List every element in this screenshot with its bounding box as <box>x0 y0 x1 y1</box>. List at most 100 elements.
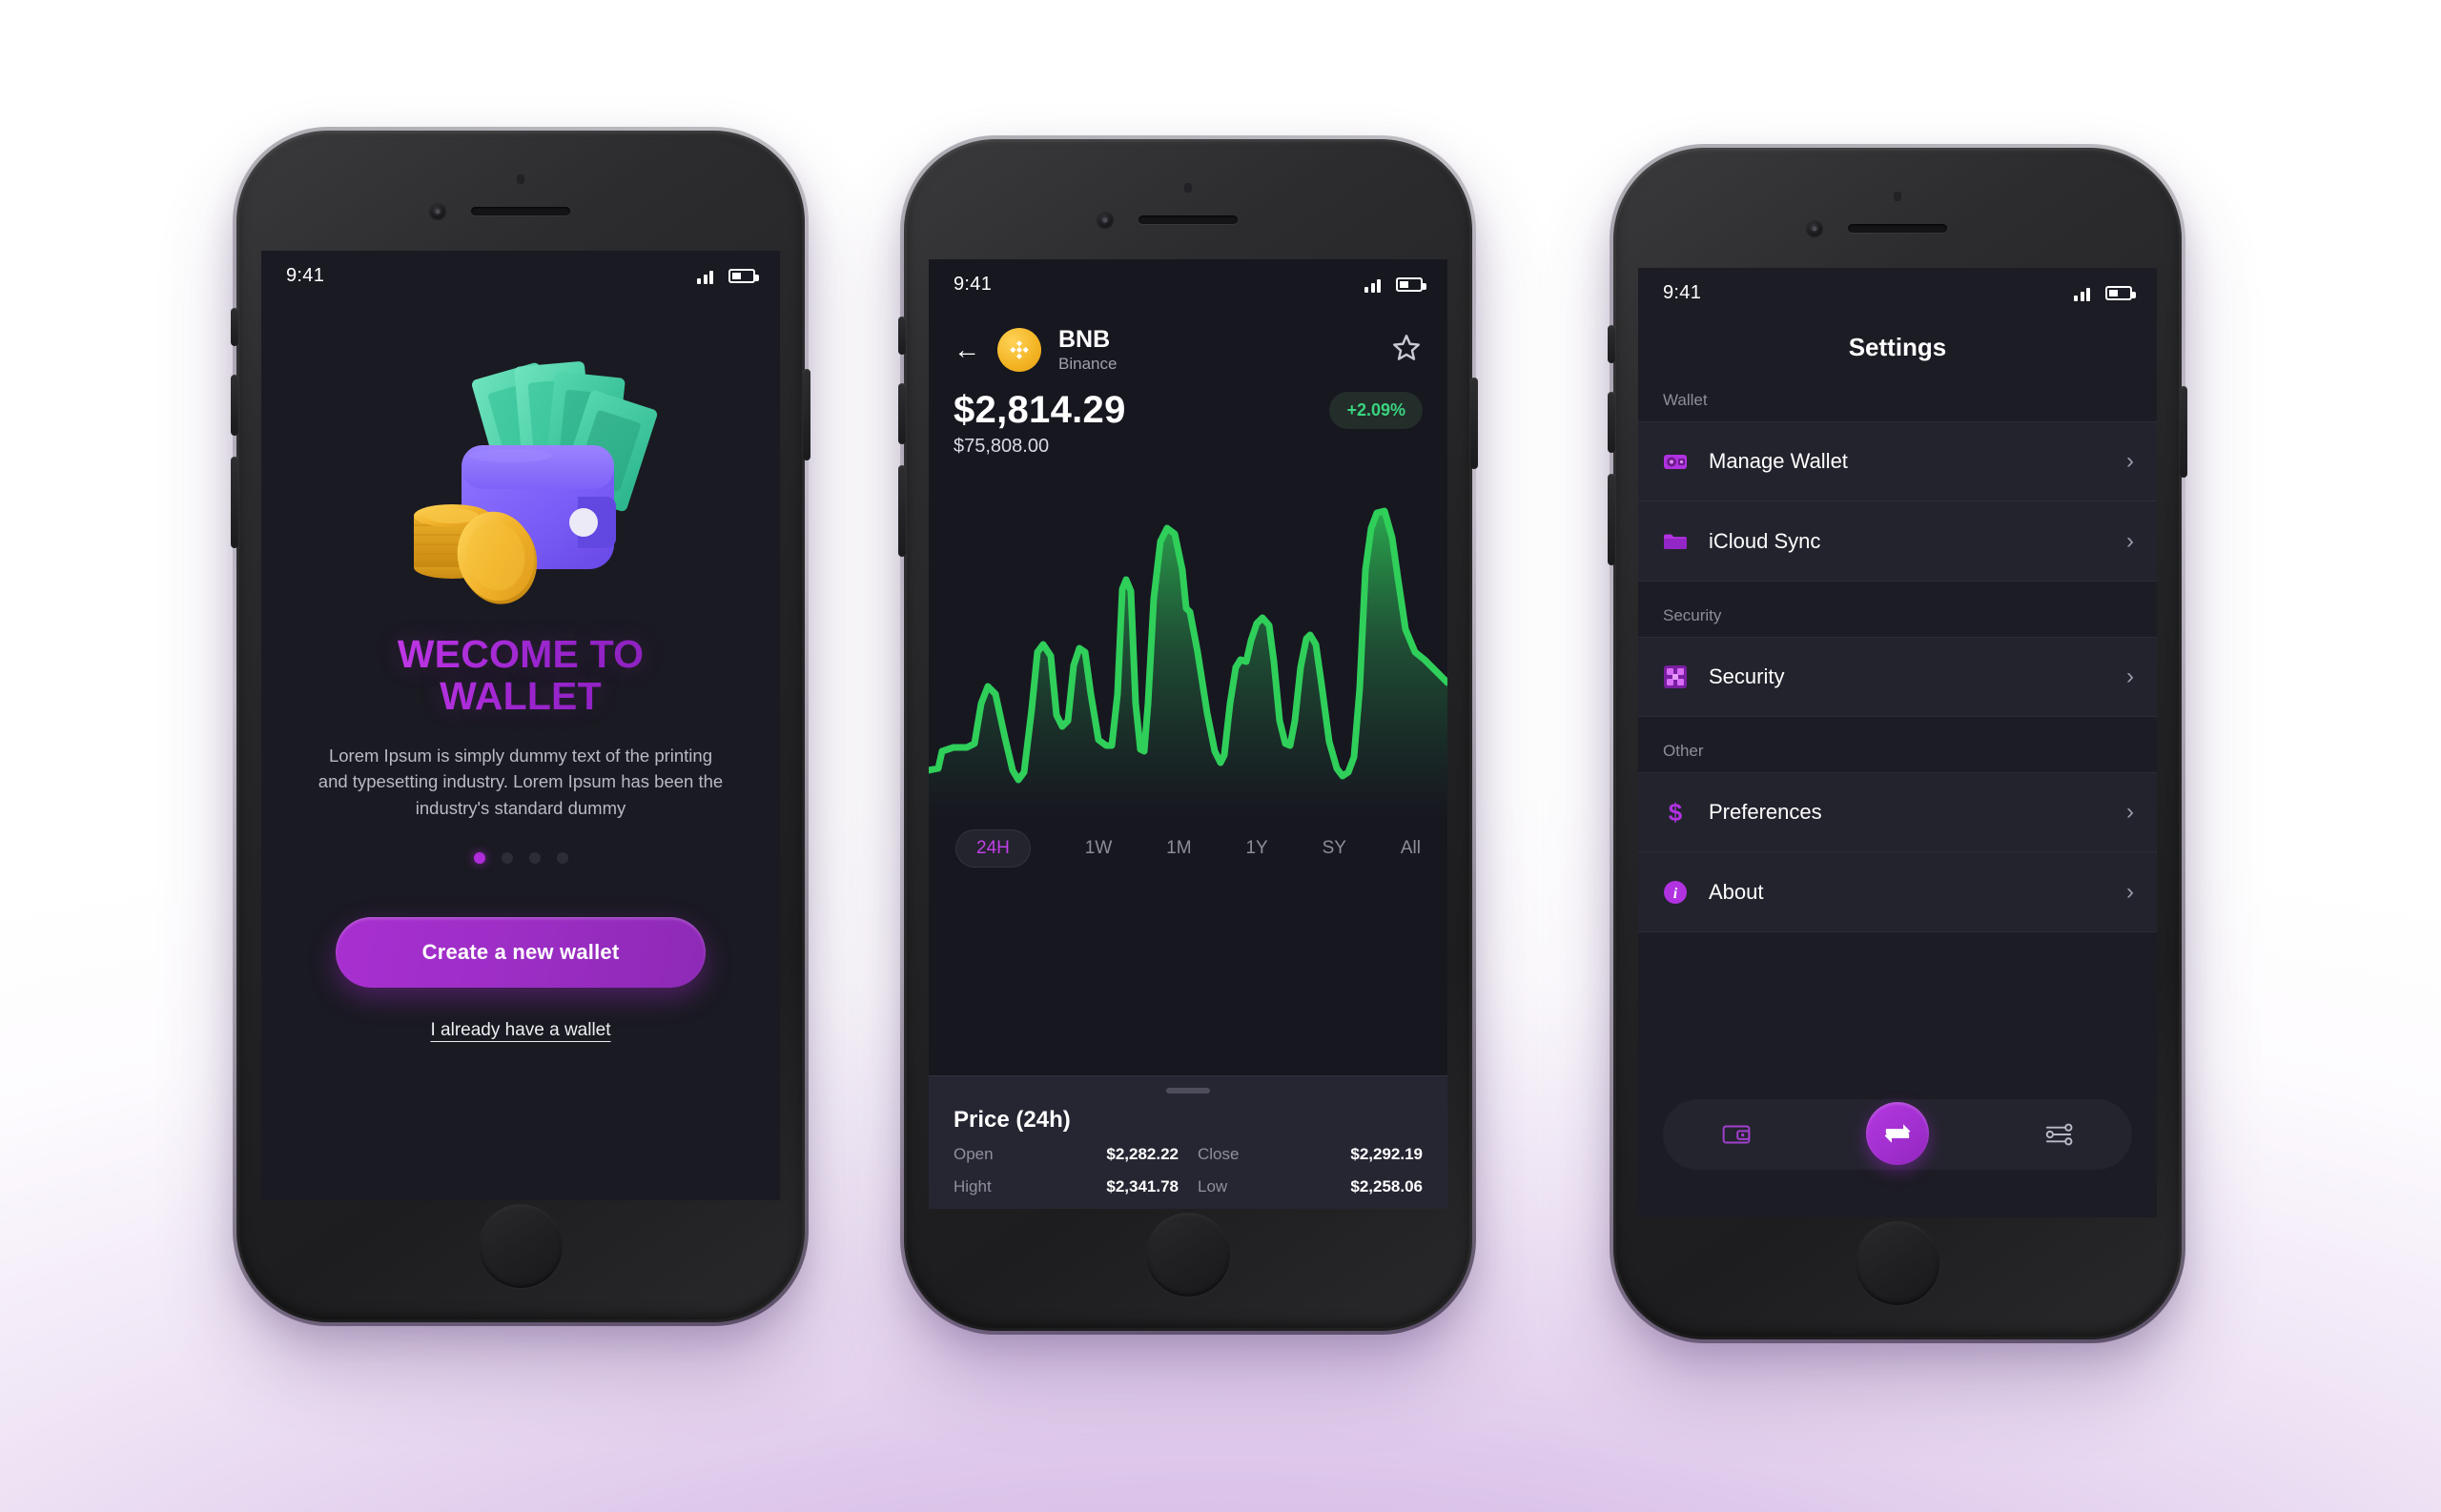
stat-label: Hight <box>954 1177 992 1195</box>
pager-dot-2[interactable] <box>501 851 513 864</box>
volume-down-button[interactable] <box>1608 474 1615 565</box>
volume-up-button[interactable] <box>898 383 906 444</box>
status-bar: 9:41 <box>929 259 1447 309</box>
pager-dot-3[interactable] <box>528 851 541 864</box>
coin-price: $2,814.29 <box>954 389 1126 432</box>
wallet-money-illustration <box>378 329 664 605</box>
pager-dots[interactable] <box>473 851 568 864</box>
coin-symbol: BNB <box>1058 326 1111 353</box>
svg-text:i: i <box>1673 886 1678 902</box>
coin-detail-screen: 9:41 ← BNB Binance $2,814.29 +2.09% $75,… <box>929 259 1447 1209</box>
battery-icon <box>1396 276 1426 292</box>
price-row: $2,814.29 +2.09% <box>929 374 1447 432</box>
front-camera-icon <box>1806 220 1823 237</box>
settings-screen: 9:41 Settings Wallet Manage Wallet › iCl… <box>1638 268 2157 1217</box>
bottom-tab-bar <box>1663 1099 2132 1170</box>
volume-up-button[interactable] <box>231 375 238 436</box>
page-title: Settings <box>1848 333 1947 361</box>
settings-item-manage-wallet[interactable]: Manage Wallet › <box>1638 421 2157 501</box>
page-title-line1: WECOME TO <box>397 632 645 676</box>
home-button[interactable] <box>479 1204 563 1288</box>
range-24h[interactable]: 24H <box>955 829 1031 868</box>
power-button[interactable] <box>803 369 810 460</box>
earpiece-speaker <box>1138 215 1238 224</box>
welcome-screen: 9:41 WECOME TO WALLET Lorem Ipsum is sim… <box>261 251 780 1200</box>
status-bar: 9:41 <box>261 251 780 300</box>
coin-name-block: BNB Binance <box>1058 326 1117 374</box>
range-sy[interactable]: SY <box>1323 829 1346 868</box>
pager-dot-4[interactable] <box>556 851 568 864</box>
group-label-wallet: Wallet <box>1663 391 1708 409</box>
front-camera-icon <box>1097 212 1114 229</box>
mute-switch[interactable] <box>1608 325 1615 363</box>
sheet-title: Price (24h) <box>954 1107 1071 1133</box>
price-stats-table: Open $2,282.22 Close $2,292.19 Hight $2,… <box>954 1145 1423 1209</box>
tab-wallet[interactable] <box>1720 1118 1753 1151</box>
chevron-right-icon: › <box>2126 448 2134 474</box>
star-outline-icon[interactable] <box>1390 332 1423 369</box>
settings-item-preferences[interactable]: $ Preferences › <box>1638 772 2157 852</box>
home-button[interactable] <box>1146 1213 1230 1297</box>
stat-value: $2,282.22 <box>1106 1145 1179 1163</box>
battery-icon <box>2105 285 2136 300</box>
signal-bars-icon <box>2074 285 2090 301</box>
status-time: 9:41 <box>286 264 325 286</box>
tab-settings[interactable] <box>2042 1118 2075 1151</box>
folder-icon <box>1661 527 1690 556</box>
qr-shield-icon <box>1661 663 1690 691</box>
coin-exchange: Binance <box>1058 355 1118 373</box>
power-button[interactable] <box>2180 386 2187 478</box>
proximity-sensor <box>1894 192 1901 201</box>
volume-up-button[interactable] <box>1608 392 1615 453</box>
range-1m[interactable]: 1M <box>1166 829 1191 868</box>
status-time: 9:41 <box>1663 281 1702 303</box>
settings-item-label: iCloud Sync <box>1709 528 1821 553</box>
back-arrow-icon[interactable]: ← <box>954 337 980 363</box>
settings-item-about[interactable]: i About › <box>1638 852 2157 932</box>
phone-frame-settings: 9:41 Settings Wallet Manage Wallet › iCl… <box>1608 144 2187 1343</box>
price-chart[interactable] <box>929 465 1447 819</box>
chevron-right-icon: › <box>2126 664 2134 689</box>
range-1w[interactable]: 1W <box>1085 829 1113 868</box>
settings-item-icloud-sync[interactable]: iCloud Sync › <box>1638 501 2157 582</box>
range-1y[interactable]: 1Y <box>1245 829 1267 868</box>
mute-switch[interactable] <box>898 317 906 355</box>
phone-frame-coin-detail: 9:41 ← BNB Binance $2,814.29 +2.09% $75,… <box>898 135 1478 1335</box>
existing-wallet-link[interactable]: I already have a wallet <box>430 1020 610 1041</box>
binance-logo-icon <box>997 328 1041 373</box>
stat-label: Low <box>1198 1177 1228 1195</box>
mute-switch[interactable] <box>231 308 238 346</box>
chevron-right-icon: › <box>2126 878 2134 905</box>
sheet-grabber[interactable] <box>1166 1088 1210 1093</box>
price-detail-sheet: Price (24h) Open $2,282.22 Close $2,292.… <box>929 1075 1447 1209</box>
time-range-selector[interactable]: 24H 1W 1M 1Y SY All <box>929 818 1447 875</box>
chevron-right-icon: › <box>2126 799 2134 825</box>
settings-item-label: Preferences <box>1709 800 1822 824</box>
table-row: Open $2,282.22 Close $2,292.19 <box>954 1145 1423 1164</box>
front-camera-icon <box>429 203 446 220</box>
stat-label: Close <box>1198 1145 1240 1163</box>
range-all[interactable]: All <box>1401 829 1421 868</box>
pager-dot-1[interactable] <box>473 851 485 864</box>
page-title: WECOME TO WALLET <box>397 632 645 718</box>
settings-item-security[interactable]: Security › <box>1638 637 2157 717</box>
home-button[interactable] <box>1856 1221 1939 1305</box>
volume-down-button[interactable] <box>898 465 906 557</box>
proximity-sensor <box>1184 183 1192 193</box>
stat-value: $2,292.19 <box>1350 1145 1423 1163</box>
create-wallet-button[interactable]: Create a new wallet <box>336 916 706 988</box>
battery-icon <box>728 268 759 283</box>
table-row: Hight $2,341.78 Low $2,258.06 <box>954 1177 1423 1196</box>
settings-item-label: About <box>1709 879 1764 904</box>
stat-value: $2,258.06 <box>1350 1177 1423 1195</box>
volume-down-button[interactable] <box>231 457 238 548</box>
status-time: 9:41 <box>954 273 993 295</box>
tab-swap[interactable] <box>1865 1102 1929 1165</box>
power-button[interactable] <box>1470 378 1478 469</box>
status-bar: 9:41 <box>1638 268 2157 317</box>
coin-header: ← BNB Binance <box>929 309 1447 374</box>
stat-label: Open <box>954 1145 994 1163</box>
info-icon: i <box>1661 878 1690 907</box>
group-label-other: Other <box>1663 742 1704 760</box>
welcome-description: Lorem Ipsum is simply dummy text of the … <box>318 745 724 819</box>
